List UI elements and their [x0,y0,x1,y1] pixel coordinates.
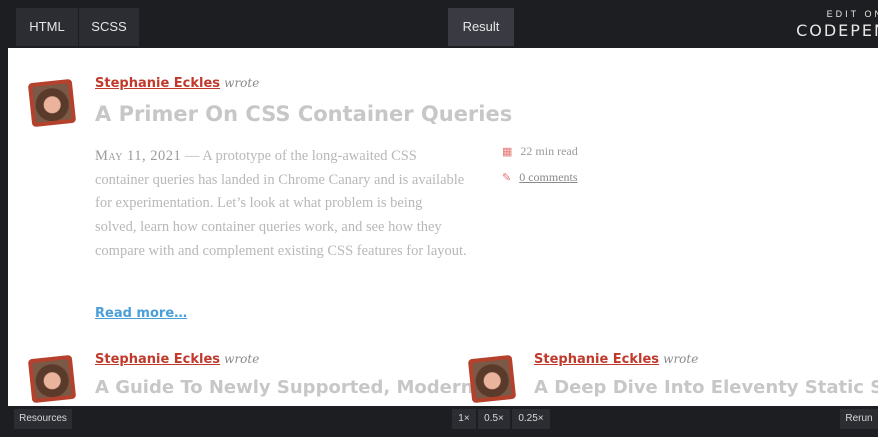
zoom-1x-button[interactable]: 1× [452,409,476,429]
tab-html[interactable]: HTML [16,8,78,46]
wrote-label: wrote [663,352,699,366]
wrote-label: wrote [224,352,260,366]
tab-scss[interactable]: SCSS [78,8,139,46]
byline: Stephanie Eckles wrote [95,76,259,91]
post-title[interactable]: A Guide To Newly Supported, Modern [95,377,474,398]
author-link[interactable]: Stephanie Eckles [95,352,220,367]
calendar-icon: ▦ [502,146,513,158]
byline: Stephanie Eckles wrote [534,352,698,367]
comments-link[interactable]: 0 comments [519,170,577,184]
post-date: May 11, 2021 [95,148,182,164]
author-link[interactable]: Stephanie Eckles [95,76,220,91]
byline: Stephanie Eckles wrote [95,352,259,367]
excerpt-text: A prototype of the long-awaited CSS cont… [95,148,467,259]
rerun-button[interactable]: Rerun [840,409,878,429]
read-more-link[interactable]: Read more… [95,306,187,321]
resources-button[interactable]: Resources [14,409,72,429]
editor-topbar: HTML SCSS Result EDIT ON CODEPEN [0,0,878,47]
date-separator: — [184,148,200,164]
edit-on-label: EDIT ON [826,9,878,19]
author-avatar [467,354,517,404]
tab-result[interactable]: Result [448,8,514,46]
comment-icon: ✎ [502,172,512,184]
zoom-025x-button[interactable]: 0.25× [512,409,550,429]
codepen-logo[interactable]: EDIT ON CODEPEN [786,8,878,44]
read-time-text: 22 min read [520,144,578,158]
comments: ✎ 0 comments [502,170,578,185]
codepen-brand: CODEPEN [796,21,878,40]
result-frame: Stephanie Eckles wrote A Primer On CSS C… [8,48,878,406]
author-avatar [27,354,77,404]
zoom-05x-button[interactable]: 0.5× [478,409,510,429]
wrote-label: wrote [224,76,260,90]
author-link[interactable]: Stephanie Eckles [534,352,659,367]
post-excerpt: May 11, 2021 — A prototype of the long-a… [95,145,467,264]
editor-bottombar: Resources 1× 0.5× 0.25× Rerun [0,406,878,437]
post-title[interactable]: A Deep Dive Into Eleventy Static Site [534,377,878,398]
author-avatar [27,78,77,128]
read-time: ▦ 22 min read [502,144,578,159]
post-title[interactable]: A Primer On CSS Container Queries [95,102,512,126]
